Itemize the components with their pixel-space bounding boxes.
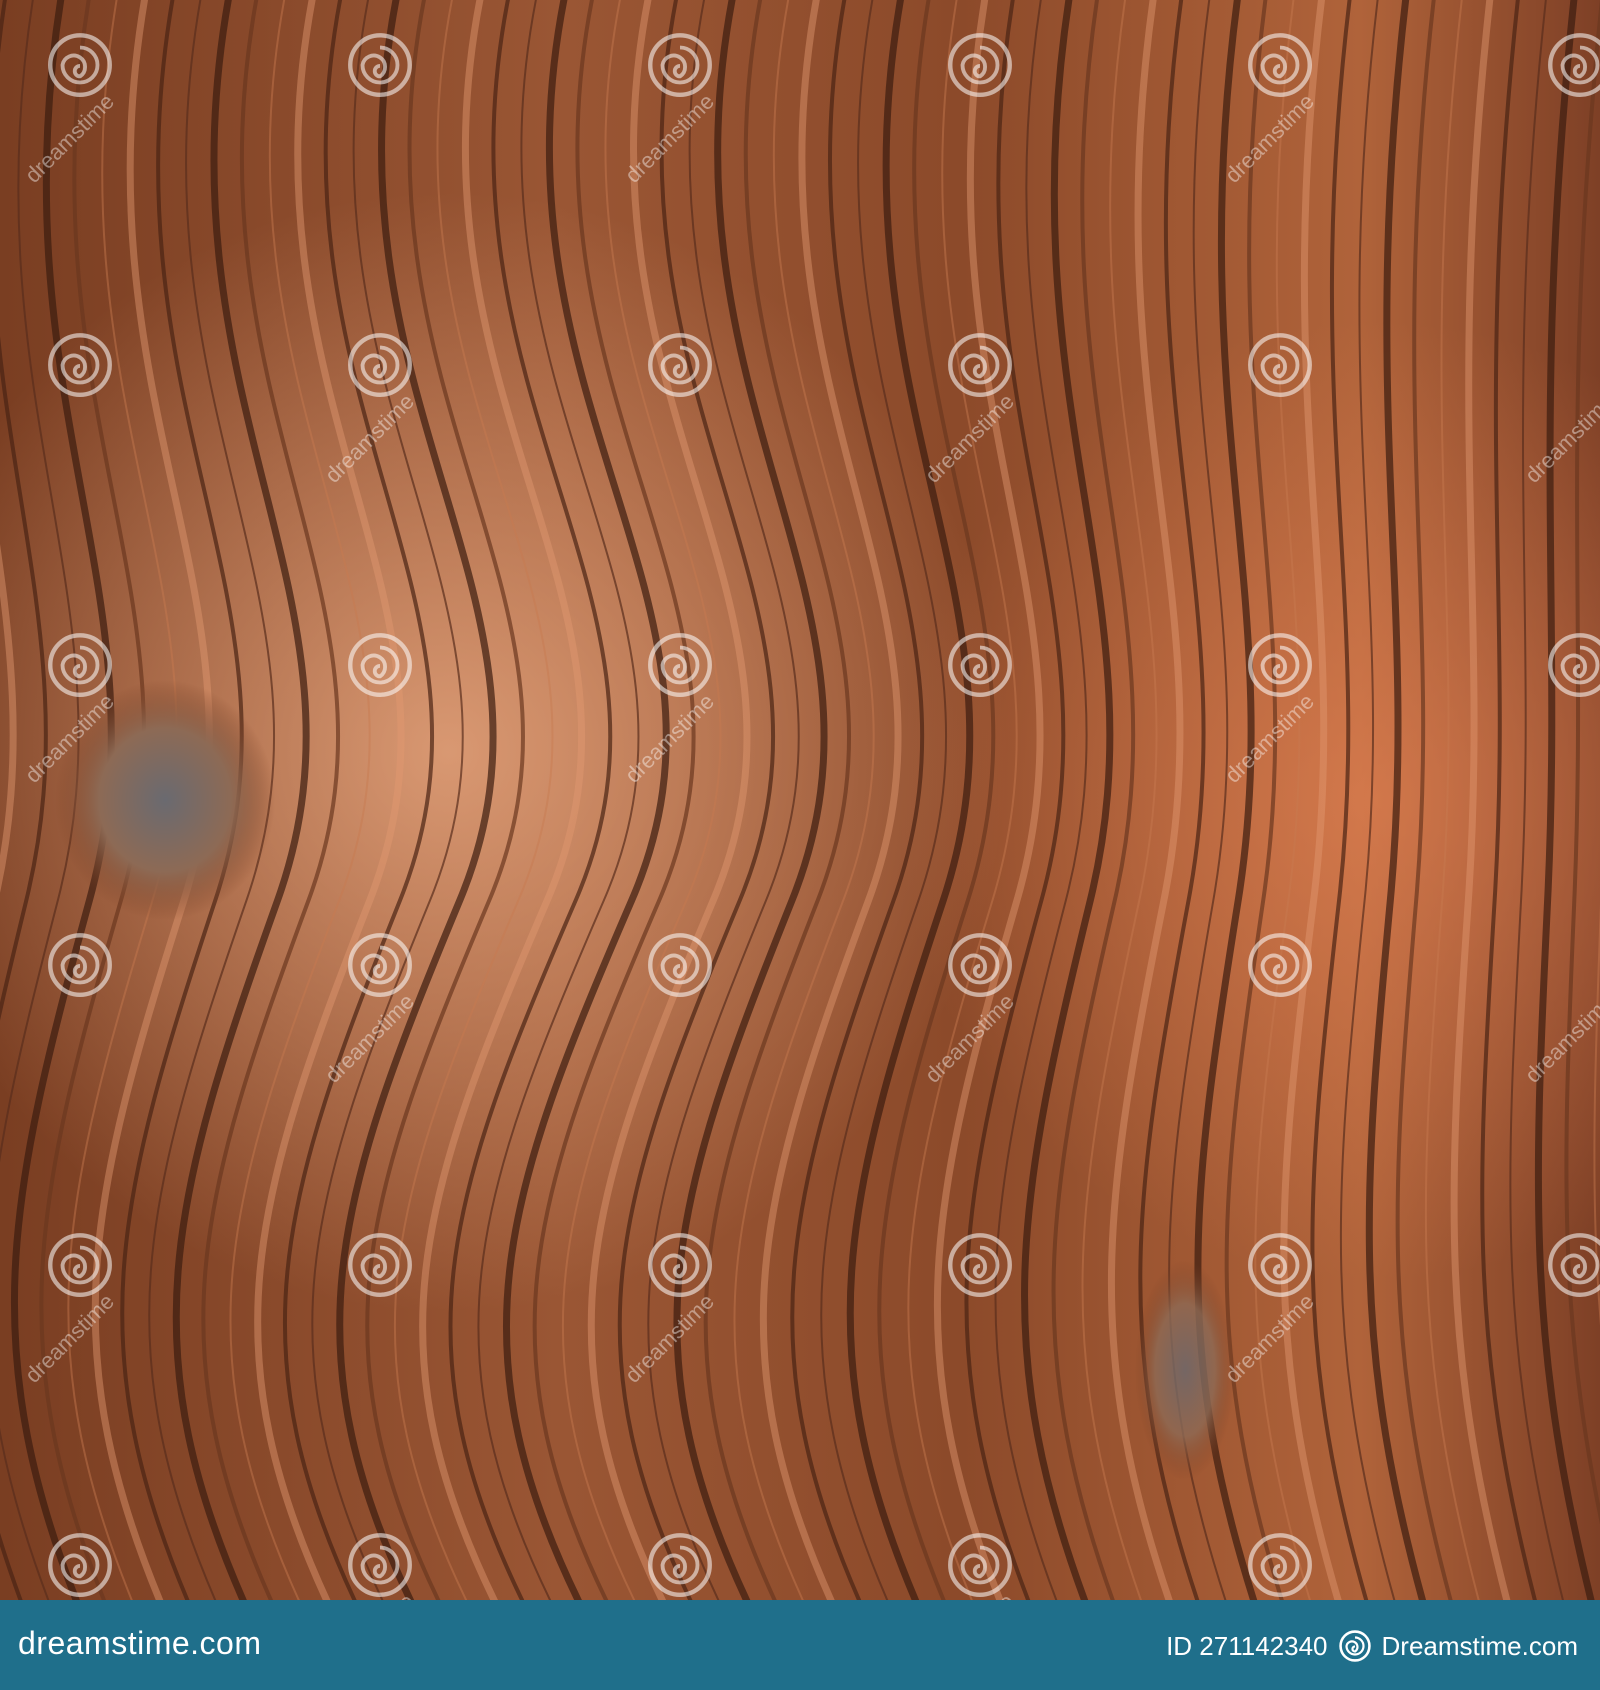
footer-bar: dreamstime.com ID 271142340 Dreamstime.c… (0, 1600, 1600, 1690)
footer-brand-left[interactable]: dreamstime.com (18, 1625, 262, 1662)
wood-grain-photo: dreamstime dreamstime dreamstime dreamstime… (0, 0, 1600, 1600)
stock-photo-page: dreamstime dreamstime dreamstime dreamstime… (0, 0, 1600, 1690)
wood-knot (55, 680, 275, 920)
wood-grain-texture (0, 0, 1600, 1600)
image-id-label: ID 271142340 (1166, 1630, 1328, 1661)
footer-brand-right[interactable]: Dreamstime.com (1382, 1631, 1578, 1662)
dreamstime-logo-icon (1338, 1630, 1371, 1662)
footer-info: ID 271142340 Dreamstime.com (1166, 1629, 1578, 1663)
wood-knot-small (1135, 1260, 1235, 1480)
